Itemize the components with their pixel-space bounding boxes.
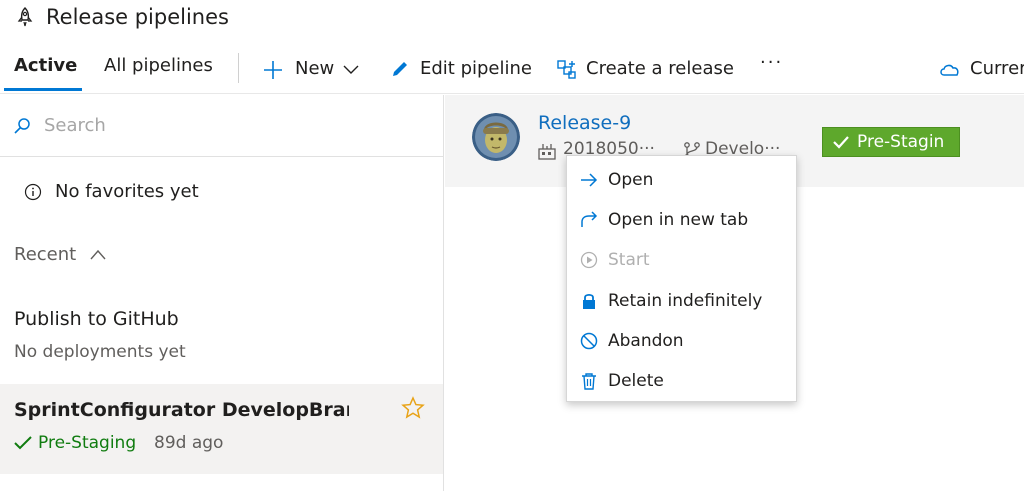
page-title: Release pipelines: [46, 5, 229, 29]
edit-pipeline-label: Edit pipeline: [420, 58, 532, 79]
favorites-empty-label: No favorites yet: [55, 181, 199, 202]
command-bar: Active All pipelines New Edit pipeline C…: [0, 44, 1024, 94]
star-icon[interactable]: [401, 396, 425, 420]
active-tab-indicator: [4, 88, 82, 91]
pencil-icon: [393, 62, 407, 76]
menu-item-delete[interactable]: Delete: [567, 361, 796, 401]
new-button-label: New: [295, 58, 335, 79]
checkmark-icon: [833, 136, 849, 149]
pipeline-last-deployed: 89d ago: [154, 433, 224, 453]
info-icon: [24, 183, 42, 201]
arrow-right-icon: [581, 173, 598, 187]
menu-item-label: Delete: [608, 371, 664, 391]
edit-pipeline-button[interactable]: Edit pipeline: [390, 56, 535, 82]
list-item-pipeline-selected[interactable]: SprintConfigurator DevelopBran··· Pre-St…: [0, 384, 443, 474]
plus-icon: [264, 61, 282, 79]
pipeline-stage-status: Pre-Staging: [38, 433, 137, 453]
tab-active[interactable]: Active: [14, 54, 77, 78]
more-actions-button[interactable]: ···: [760, 50, 790, 76]
pipeline-subtitle: No deployments yet: [14, 342, 186, 362]
stage-status-badge[interactable]: Pre-Stagin: [822, 127, 960, 157]
list-item-pipeline[interactable]: Publish to GitHub No deployments yet: [0, 300, 443, 378]
menu-item-label: Abandon: [608, 331, 684, 351]
cloud-icon: [940, 64, 959, 76]
menu-item-open-new-tab[interactable]: Open in new tab: [567, 200, 796, 240]
search-input[interactable]: [44, 111, 424, 139]
release-name-link[interactable]: Release-9: [538, 112, 631, 134]
chevron-up-icon: [90, 249, 106, 260]
avatar: [472, 113, 520, 161]
recent-label: Recent: [14, 244, 77, 265]
menu-item-label: Retain indefinitely: [608, 291, 763, 311]
stage-badge-label: Pre-Stagin: [857, 132, 945, 152]
new-button[interactable]: New: [262, 56, 367, 82]
block-icon: [580, 332, 598, 350]
pipelines-list-pane: No favorites yet Recent Publish to GitHu…: [0, 95, 444, 491]
create-release-label: Create a release: [586, 58, 734, 79]
pipeline-name: SprintConfigurator DevelopBran···: [14, 399, 349, 421]
recent-section-toggle[interactable]: Recent: [14, 242, 106, 268]
page-header: Release pipelines: [0, 0, 1024, 36]
search-icon: [14, 118, 30, 134]
lock-icon: [583, 293, 595, 309]
create-release-icon: [557, 60, 576, 79]
menu-item-abandon[interactable]: Abandon: [567, 321, 796, 361]
current-view-label: Currer: [970, 58, 1024, 79]
chevron-down-icon: [343, 65, 359, 74]
menu-item-label: Open: [608, 170, 654, 190]
menu-item-retain-indefinitely[interactable]: Retain indefinitely: [567, 281, 796, 321]
play-circle-icon: [580, 251, 598, 269]
tab-all-pipelines[interactable]: All pipelines: [104, 54, 213, 78]
rocket-icon: [17, 7, 33, 27]
trash-icon: [582, 373, 596, 390]
checkmark-icon: [14, 436, 32, 450]
release-context-menu: Open Open in new tab Start Retain indefi…: [566, 155, 797, 402]
menu-item-start: Start: [567, 240, 796, 280]
menu-item-label: Open in new tab: [608, 210, 749, 230]
menu-item-open[interactable]: Open: [567, 160, 796, 200]
search-box: [0, 95, 443, 157]
create-release-button[interactable]: Create a release: [556, 56, 736, 82]
menu-item-label: Start: [608, 250, 650, 270]
current-view-button[interactable]: Currer: [938, 56, 1024, 82]
build-icon: [538, 144, 556, 160]
redo-arrow-icon: [581, 211, 598, 227]
toolbar-divider: [238, 53, 239, 83]
pipeline-name: Publish to GitHub: [14, 308, 179, 330]
